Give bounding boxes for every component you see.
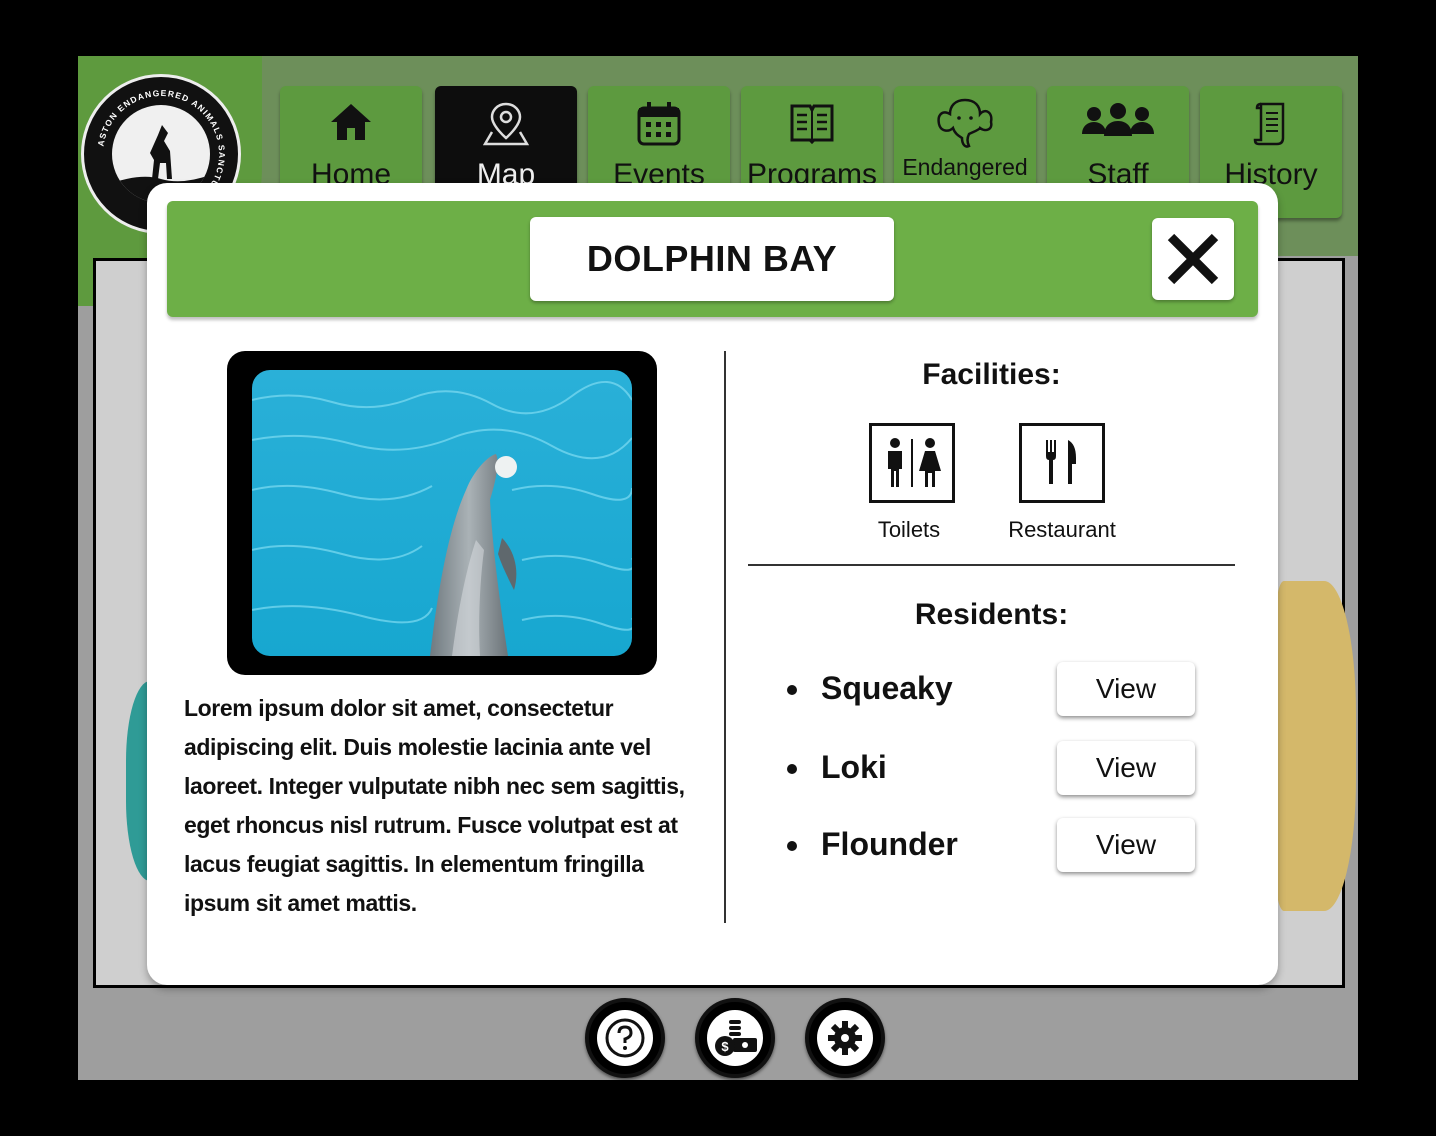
map-region-sand[interactable]: [1276, 581, 1356, 911]
view-resident-button[interactable]: View: [1057, 662, 1195, 716]
restaurant-icon[interactable]: [1019, 423, 1105, 503]
dialog-header: DOLPHIN BAY: [167, 201, 1258, 317]
tab-label: Endangered: [902, 154, 1028, 180]
location-dialog: DOLPHIN BAY Lorem ipsum dolor sit amet, …: [147, 183, 1278, 985]
donate-button[interactable]: $: [695, 998, 775, 1078]
map-pin-icon: [435, 100, 577, 150]
book-icon: [741, 100, 883, 150]
settings-button[interactable]: [805, 998, 885, 1078]
residents-heading: Residents:: [914, 598, 1069, 631]
close-button[interactable]: [1152, 218, 1234, 300]
horizontal-divider: [748, 564, 1235, 566]
bullet: [787, 764, 797, 774]
people-icon: [1047, 100, 1189, 150]
restaurant-label: Restaurant: [1008, 517, 1116, 542]
bullet: [787, 685, 797, 695]
help-icon: [605, 1018, 645, 1058]
vertical-divider: [724, 351, 726, 923]
dialog-title: DOLPHIN BAY: [530, 217, 894, 301]
settings-icon: [828, 1021, 862, 1055]
calendar-icon: [588, 100, 730, 150]
svg-text:$: $: [721, 1039, 729, 1054]
close-icon: [1167, 233, 1219, 285]
facilities-heading: Facilities:: [922, 358, 1061, 391]
view-resident-button[interactable]: View: [1057, 818, 1195, 872]
scroll-icon: [1200, 100, 1342, 150]
home-icon: [280, 100, 422, 150]
dolphin-photo: [252, 370, 632, 656]
resident-name: Squeaky: [821, 670, 953, 706]
donate-icon: $: [715, 1020, 757, 1056]
location-description: Lorem ipsum dolor sit amet, consectetur …: [184, 695, 685, 916]
elephant-icon: [894, 96, 1036, 148]
resident-name: Loki: [821, 749, 887, 785]
resident-row: Loki View: [787, 739, 1207, 799]
help-button[interactable]: [585, 998, 665, 1078]
toilets-icon[interactable]: [869, 423, 955, 503]
app-screen: ASTON ENDANGERED ANIMALS SANCTUARY Home …: [78, 56, 1358, 1080]
resident-name: Flounder: [821, 826, 958, 862]
toilets-label: Toilets: [877, 517, 941, 542]
bullet: [787, 841, 797, 851]
resident-row: Squeaky View: [787, 660, 1207, 720]
view-resident-button[interactable]: View: [1057, 741, 1195, 795]
photo-frame: [227, 351, 657, 675]
resident-row: Flounder View: [787, 816, 1207, 876]
